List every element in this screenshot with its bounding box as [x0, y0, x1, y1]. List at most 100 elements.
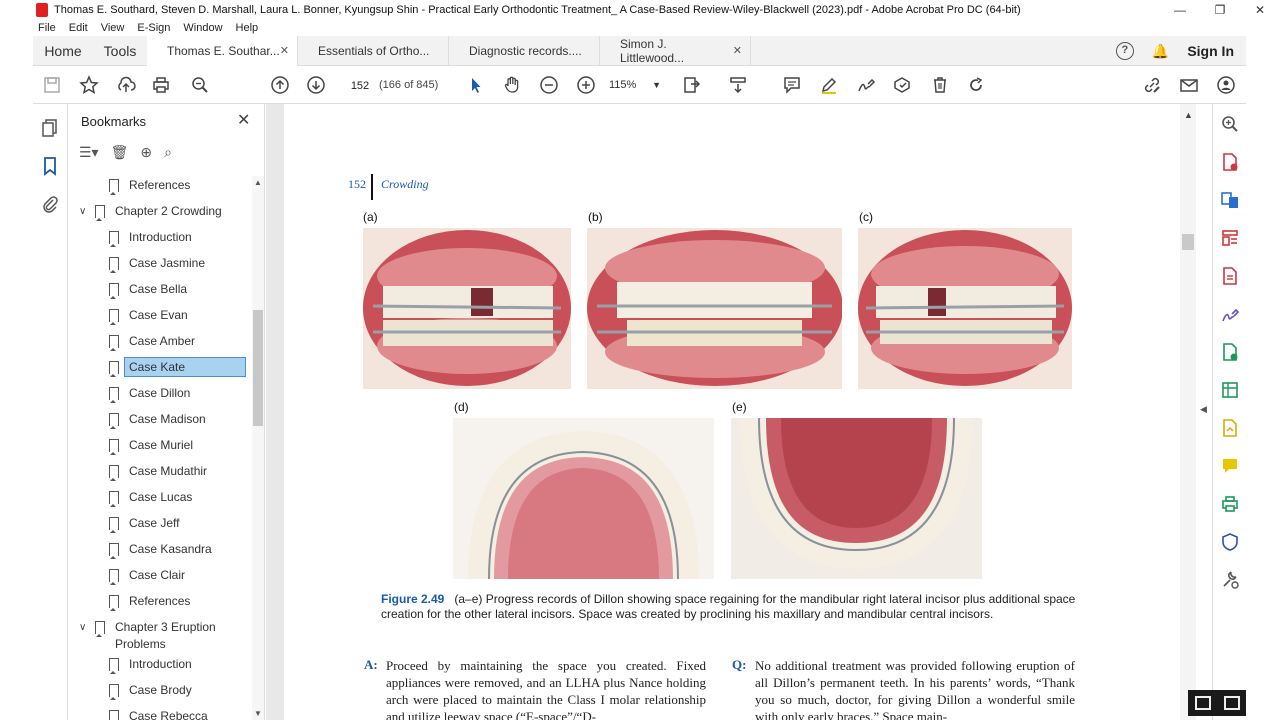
video-overlay-controls[interactable]: [1188, 690, 1246, 716]
tab-home[interactable]: Home: [33, 43, 93, 59]
select-cursor-icon[interactable]: [465, 74, 487, 96]
protect-shield-icon[interactable]: [1220, 532, 1240, 552]
rotate-icon[interactable]: [965, 74, 987, 96]
menu-file[interactable]: File: [38, 22, 56, 34]
bookmark-item[interactable]: References: [109, 174, 190, 196]
zoom-out-icon[interactable]: [538, 74, 560, 96]
highlight-pen-icon[interactable]: [818, 74, 840, 96]
bookmarks-icon[interactable]: [40, 156, 60, 176]
bookmark-item[interactable]: Case Rebecca: [109, 705, 208, 720]
close-tab-icon[interactable]: ✕: [280, 44, 289, 57]
close-window-button[interactable]: ✕: [1240, 0, 1280, 20]
document-view[interactable]: 152 Crowding (a) (b) (c) (d) (e) Figure …: [266, 104, 1180, 720]
tab-document[interactable]: Thomas E. Southar... ✕: [147, 35, 298, 66]
print-icon[interactable]: [150, 74, 172, 96]
expand-right-panel-icon[interactable]: ◀: [1200, 404, 1207, 415]
bookmark-item[interactable]: Case Brody: [109, 679, 192, 701]
more-tools-icon[interactable]: [1220, 570, 1240, 590]
bookmark-item[interactable]: Case Madison: [109, 408, 206, 430]
scrollbar-thumb[interactable]: [1182, 234, 1194, 250]
bookmark-item[interactable]: Case Evan: [109, 304, 188, 326]
bookmark-item[interactable]: Case Muriel: [109, 434, 193, 456]
fill-sign-rail-icon[interactable]: [1220, 304, 1240, 324]
edit-pdf-icon[interactable]: [1220, 342, 1240, 362]
scroll-up-icon[interactable]: ▲: [254, 178, 262, 187]
scroll-mode-icon[interactable]: [727, 74, 749, 96]
save-icon[interactable]: [41, 74, 63, 96]
bookmark-item[interactable]: Case Bella: [109, 278, 187, 300]
zoom-select[interactable]: 115% ▼: [609, 74, 665, 96]
new-bookmark-icon[interactable]: ⊕: [140, 144, 152, 161]
menu-esign[interactable]: E-Sign: [137, 22, 170, 34]
next-page-icon[interactable]: [305, 74, 327, 96]
bookmark-item[interactable]: Case Jeff: [109, 512, 179, 534]
scrollbar-thumb[interactable]: [253, 310, 263, 426]
combine-files-icon[interactable]: [1220, 190, 1240, 210]
export-excel-icon[interactable]: [1220, 380, 1240, 400]
hand-tool-icon[interactable]: [501, 74, 523, 96]
tab-tools[interactable]: Tools: [93, 43, 147, 59]
bookmark-item[interactable]: Introduction: [109, 653, 192, 675]
organize-pages-icon[interactable]: [1220, 228, 1240, 248]
tab-document[interactable]: Simon J. Littlewood... ✕: [600, 35, 751, 66]
zoom-in-icon[interactable]: [575, 74, 597, 96]
bookmark-item[interactable]: Case Dillon: [109, 382, 190, 404]
page-thumbnails-icon[interactable]: [40, 118, 60, 138]
bookmark-item[interactable]: References: [109, 590, 190, 612]
scroll-up-icon[interactable]: ▲: [1184, 110, 1193, 120]
zoom-search-icon[interactable]: [189, 74, 211, 96]
tab-document[interactable]: Essentials of Ortho...: [298, 35, 449, 66]
create-pdf-icon[interactable]: [1220, 152, 1240, 172]
close-icon[interactable]: ✕: [237, 110, 250, 130]
help-icon[interactable]: ?: [1115, 42, 1134, 60]
options-menu-icon[interactable]: ☰▾: [79, 144, 99, 161]
bookmark-chapter[interactable]: ∨ Chapter 2 Crowding: [79, 200, 222, 222]
attachment-icon[interactable]: [40, 194, 60, 214]
bookmark-item[interactable]: Case Jasmine: [109, 252, 205, 274]
bookmark-item[interactable]: Case Mudathir: [109, 460, 207, 482]
bookmarks-scrollbar[interactable]: ▲ ▼: [252, 176, 264, 720]
link-edit-icon[interactable]: [1141, 74, 1163, 96]
bookmark-item[interactable]: Case Lucas: [109, 486, 192, 508]
bookmark-item[interactable]: Introduction: [109, 226, 192, 248]
menu-help[interactable]: Help: [236, 22, 259, 34]
bookmark-icon: [109, 256, 119, 273]
bookmark-item[interactable]: Case Amber: [109, 330, 195, 352]
fill-sign-icon[interactable]: [891, 74, 913, 96]
trash-icon[interactable]: [929, 74, 951, 96]
sign-icon[interactable]: [855, 74, 877, 96]
minimize-button[interactable]: —: [1160, 0, 1200, 20]
share-user-icon[interactable]: [1215, 74, 1237, 96]
document-scrollbar[interactable]: ▲: [1180, 104, 1196, 720]
chevron-down-icon[interactable]: ∨: [79, 622, 89, 633]
bookmark-item[interactable]: Case Clair: [109, 564, 185, 586]
page-number-input[interactable]: 152: [343, 74, 377, 96]
menu-edit[interactable]: Edit: [69, 22, 88, 34]
chevron-down-icon[interactable]: ∨: [79, 206, 89, 217]
search-icon[interactable]: [1220, 114, 1240, 134]
restore-button[interactable]: ❐: [1200, 0, 1240, 20]
request-signature-icon[interactable]: [1220, 418, 1240, 438]
previous-page-icon[interactable]: [269, 74, 291, 96]
export-pdf-icon[interactable]: [1220, 266, 1240, 286]
close-tab-icon[interactable]: ✕: [733, 44, 742, 57]
star-icon[interactable]: [78, 74, 100, 96]
delete-bookmark-icon[interactable]: 🗑: [111, 144, 129, 161]
pause-icon[interactable]: [1194, 696, 1211, 710]
menu-window[interactable]: Window: [183, 22, 222, 34]
fit-page-icon[interactable]: [681, 74, 703, 96]
bell-icon[interactable]: 🔔: [1152, 43, 1169, 60]
mail-icon[interactable]: [1178, 74, 1200, 96]
bookmark-item[interactable]: Case Kate: [109, 356, 246, 378]
bookmark-item[interactable]: Case Kasandra: [109, 538, 212, 560]
tab-document[interactable]: Diagnostic records....: [449, 35, 600, 66]
fullscreen-icon[interactable]: [1223, 696, 1240, 710]
comment-rail-icon[interactable]: [1220, 456, 1240, 476]
sign-in-button[interactable]: Sign In: [1187, 43, 1234, 59]
menu-view[interactable]: View: [101, 22, 125, 34]
find-bookmark-icon[interactable]: ⌕: [164, 144, 172, 161]
comment-icon[interactable]: [781, 74, 803, 96]
scroll-down-icon[interactable]: ▼: [254, 709, 262, 718]
cloud-upload-icon[interactable]: [115, 74, 137, 96]
print-production-icon[interactable]: [1220, 494, 1240, 514]
